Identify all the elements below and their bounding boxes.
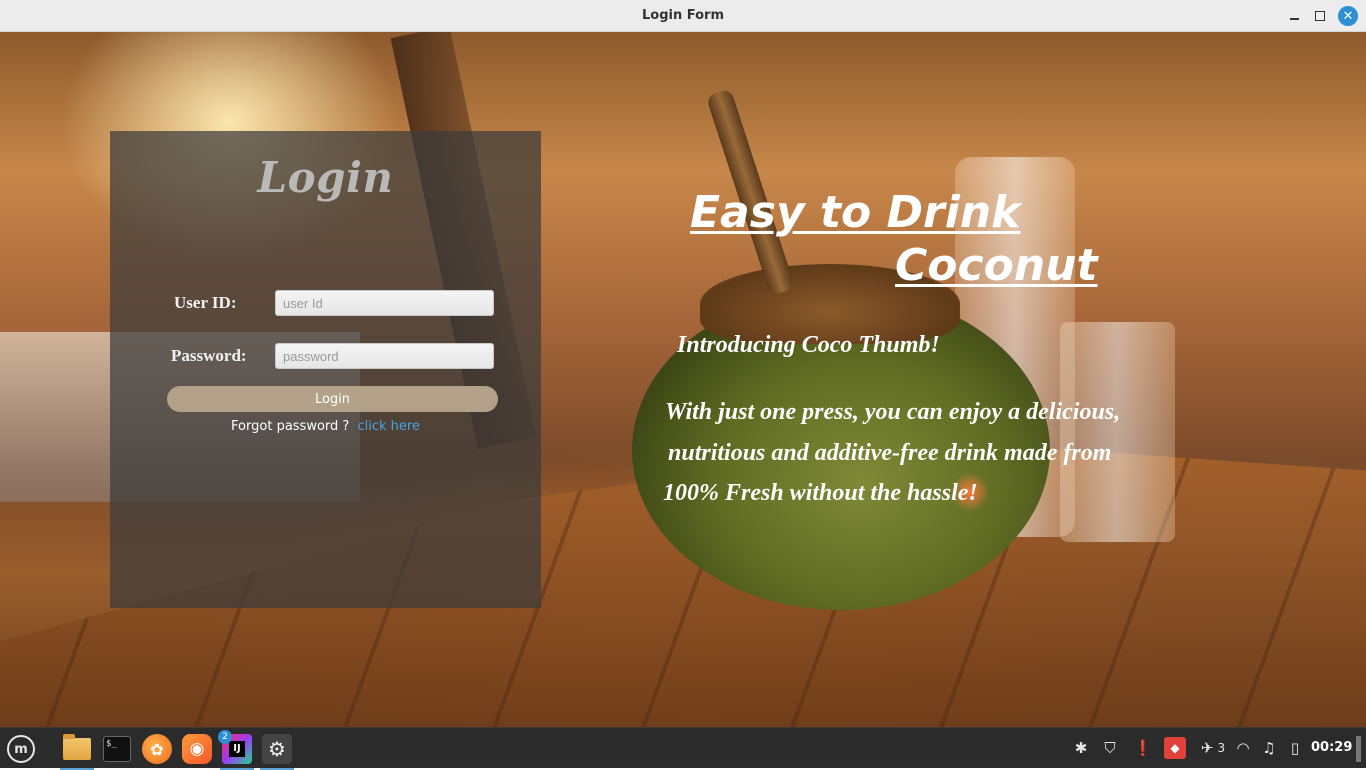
sound-icon[interactable]: ♫ [1258,737,1280,759]
file-manager-icon [63,734,91,760]
taskbar-terminal[interactable]: $_ [100,732,134,766]
terminal-icon: $_ [103,736,131,762]
notification-count: 3 [1217,741,1226,755]
user-id-label: User ID: [174,293,237,312]
login-button[interactable]: Login [167,386,498,412]
description-line: nutritious and additive-free drink made … [668,440,1112,466]
taskbar-orange-app[interactable]: ✿ [140,732,174,766]
shield-icon[interactable]: ⛉ [1099,737,1121,759]
close-icon: ✕ [1342,8,1354,24]
wifi-icon[interactable]: ◠ [1232,737,1254,759]
maximize-icon [1315,11,1325,21]
maximize-button[interactable] [1310,6,1330,26]
login-panel: Login User ID: Password: Login Forgot pa… [110,131,541,608]
minimize-icon [1289,18,1299,20]
anydesk-icon[interactable]: ◆ [1164,737,1186,759]
intellij-icon: 2 [218,730,252,764]
mint-menu-icon: m [7,735,35,763]
taskbar-settings[interactable]: ⚙ [260,732,294,770]
forgot-password-link[interactable]: click here [357,419,419,434]
user-id-input[interactable] [275,290,494,316]
password-label: Password: [171,346,247,365]
window-count-badge: 2 [218,730,232,744]
orange-app-icon: ✿ [142,734,172,764]
bluetooth-icon[interactable]: ✱ [1070,737,1092,759]
settings-icon: ⚙ [262,734,292,764]
start-menu-button[interactable]: m [4,732,38,766]
title-bar: Login Form ✕ [0,0,1366,32]
notifications-tray[interactable]: ✈ 3 [1196,737,1230,759]
update-manager-icon[interactable]: ❗ [1132,737,1154,759]
minimize-button[interactable] [1284,6,1304,26]
description-line: With just one press, you can enjoy a del… [665,399,1121,425]
taskbar-files[interactable] [60,732,94,770]
battery-icon[interactable]: ▯ [1284,737,1306,759]
forgot-password-text: Forgot password ? [231,419,350,434]
window-title: Login Form [642,8,724,23]
taskbar-firefox[interactable]: ◉ [180,732,214,766]
firefox-icon: ◉ [182,734,212,764]
background-image: Login User ID: Password: Login Forgot pa… [0,32,1366,727]
login-title: Login [257,153,394,202]
description-line: 100% Fresh without the hassle! [663,480,978,506]
clock[interactable]: 00:29 [1311,740,1352,755]
password-input[interactable] [275,343,494,369]
notifications-icon: ✈ [1200,739,1214,757]
headline-line-1: Easy to Drink [690,187,1021,238]
close-button[interactable]: ✕ [1338,6,1358,26]
show-desktop-button[interactable] [1356,736,1361,762]
headline-line-2: Coconut [895,240,1098,291]
taskbar-intellij[interactable]: 2 [218,730,254,770]
taskbar: m $_ ✿ ◉ 2 ⚙ ✱ ⛉ ❗ ◆ ✈ 3 ◠ ♫ ▯ 00:29 [0,727,1366,770]
intro-text: Introducing Coco Thumb! [677,332,940,358]
forgot-password-row: Forgot password ? click here [110,419,541,434]
